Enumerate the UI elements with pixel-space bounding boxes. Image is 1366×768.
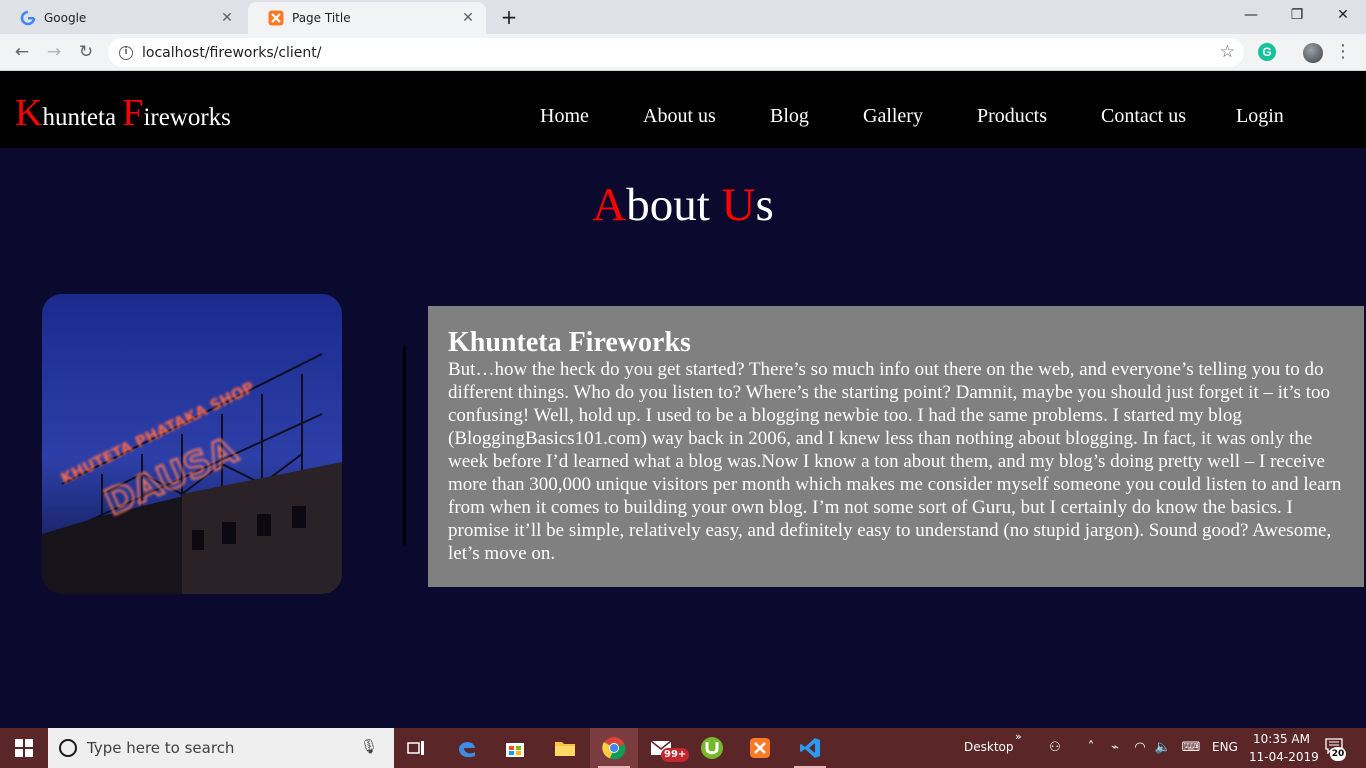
- microphone-icon[interactable]: 🎙: [360, 739, 378, 755]
- mail-icon[interactable]: 99+: [639, 728, 690, 768]
- close-window-button[interactable]: ✕: [1320, 0, 1366, 30]
- bookmark-star-icon[interactable]: ☆: [1220, 42, 1235, 62]
- heading-letter: U: [721, 179, 756, 231]
- wifi-icon[interactable]: ◠: [1130, 738, 1150, 758]
- task-view-icon[interactable]: [393, 728, 441, 768]
- taskbar-search-input[interactable]: Type here to search 🎙: [48, 728, 394, 768]
- file-explorer-icon[interactable]: [541, 728, 589, 768]
- tab-title: Page Title: [292, 11, 351, 25]
- site-header: Khunteta Fireworks Home About us Blog Ga…: [0, 71, 1366, 148]
- nav-login[interactable]: Login: [1236, 105, 1284, 128]
- tab-google[interactable]: Google ✕: [0, 2, 245, 34]
- restore-button[interactable]: ❐: [1274, 0, 1320, 30]
- tab-page-title[interactable]: Page Title ✕: [248, 2, 486, 34]
- store-icon[interactable]: [491, 728, 539, 768]
- xampp-icon: [268, 10, 284, 26]
- logo-letter: F: [122, 92, 144, 134]
- logo-letter: K: [15, 92, 43, 134]
- nav-gallery[interactable]: Gallery: [863, 105, 923, 128]
- windows-taskbar: Type here to search 🎙 99+ Desktop » ⚇ ˄ …: [0, 728, 1366, 768]
- google-icon: [20, 10, 36, 26]
- forward-arrow-icon[interactable]: →: [42, 40, 66, 64]
- cortana-icon: [59, 739, 77, 757]
- keyboard-icon[interactable]: ⌨: [1179, 738, 1203, 758]
- reload-icon[interactable]: ↻: [74, 40, 98, 64]
- language-indicator[interactable]: ENG: [1212, 740, 1238, 754]
- close-tab-icon[interactable]: ✕: [219, 10, 235, 26]
- mail-badge: 99+: [661, 748, 690, 762]
- about-section: Khunteta Fireworks But…how the heck do y…: [428, 306, 1364, 587]
- logo-text: hunteta: [42, 104, 123, 131]
- desktop-toolbar-label[interactable]: Desktop: [964, 740, 1014, 754]
- new-tab-button[interactable]: +: [495, 4, 523, 32]
- power-plug-icon[interactable]: ⌁: [1105, 738, 1125, 758]
- info-icon[interactable]: i: [119, 45, 133, 60]
- clock-time[interactable]: 10:35 AM: [1253, 732, 1310, 746]
- action-center-icon[interactable]: 20: [1322, 738, 1346, 761]
- heading-letter: A: [592, 179, 627, 231]
- logo-text: ireworks: [143, 104, 231, 131]
- nav-blog[interactable]: Blog: [770, 105, 809, 128]
- nav-home[interactable]: Home: [540, 105, 589, 128]
- browser-menu-icon[interactable]: ⋮: [1334, 40, 1352, 64]
- page-title: About Us: [0, 178, 1366, 232]
- address-bar[interactable]: i localhost/fireworks/client/ ☆: [108, 38, 1244, 67]
- search-placeholder: Type here to search: [87, 739, 235, 757]
- volume-icon[interactable]: 🔈: [1153, 738, 1173, 758]
- about-body: But…how the heck do you get started? The…: [448, 359, 1342, 564]
- show-hidden-icons-chevron[interactable]: ˄: [1081, 738, 1101, 758]
- browser-toolbar: ← → ↻ i localhost/fireworks/client/ ☆: [0, 34, 1366, 71]
- windows-start-icon[interactable]: [0, 728, 48, 768]
- site-logo[interactable]: Khunteta Fireworks: [15, 91, 231, 135]
- vscode-icon[interactable]: [786, 728, 834, 768]
- people-icon[interactable]: ⚇: [1045, 738, 1065, 758]
- profile-avatar[interactable]: [1303, 43, 1323, 63]
- clock-date[interactable]: 11-04-2019: [1249, 750, 1319, 764]
- url-text[interactable]: localhost/fireworks/client/: [142, 45, 322, 61]
- nav-products[interactable]: Products: [977, 105, 1047, 128]
- shop-photo: KHUTETA PHATAKA SHOP DAUSA: [42, 294, 342, 594]
- tab-title: Google: [44, 11, 87, 25]
- grammarly-extension-icon[interactable]: G: [1258, 43, 1276, 61]
- vertical-divider: [403, 346, 406, 546]
- xampp-taskbar-icon[interactable]: [736, 728, 784, 768]
- edge-browser-icon[interactable]: [443, 728, 491, 768]
- minimize-button[interactable]: —: [1228, 0, 1274, 30]
- notification-count-badge: 20: [1330, 747, 1346, 761]
- about-title: Khunteta Fireworks: [448, 327, 691, 358]
- utorrent-icon[interactable]: [688, 728, 736, 768]
- nav-contact-us[interactable]: Contact us: [1101, 105, 1186, 128]
- heading-text: bout: [626, 179, 722, 231]
- browser-tabstrip: Google ✕ Page Title ✕ + — ❐ ✕: [0, 0, 1366, 34]
- close-tab-icon[interactable]: ✕: [460, 10, 476, 26]
- chrome-icon[interactable]: [590, 728, 638, 768]
- nav-about-us[interactable]: About us: [643, 105, 716, 128]
- toolbar-chevron-icon[interactable]: »: [1015, 730, 1022, 743]
- back-arrow-icon[interactable]: ←: [10, 40, 34, 64]
- heading-text: s: [755, 179, 774, 231]
